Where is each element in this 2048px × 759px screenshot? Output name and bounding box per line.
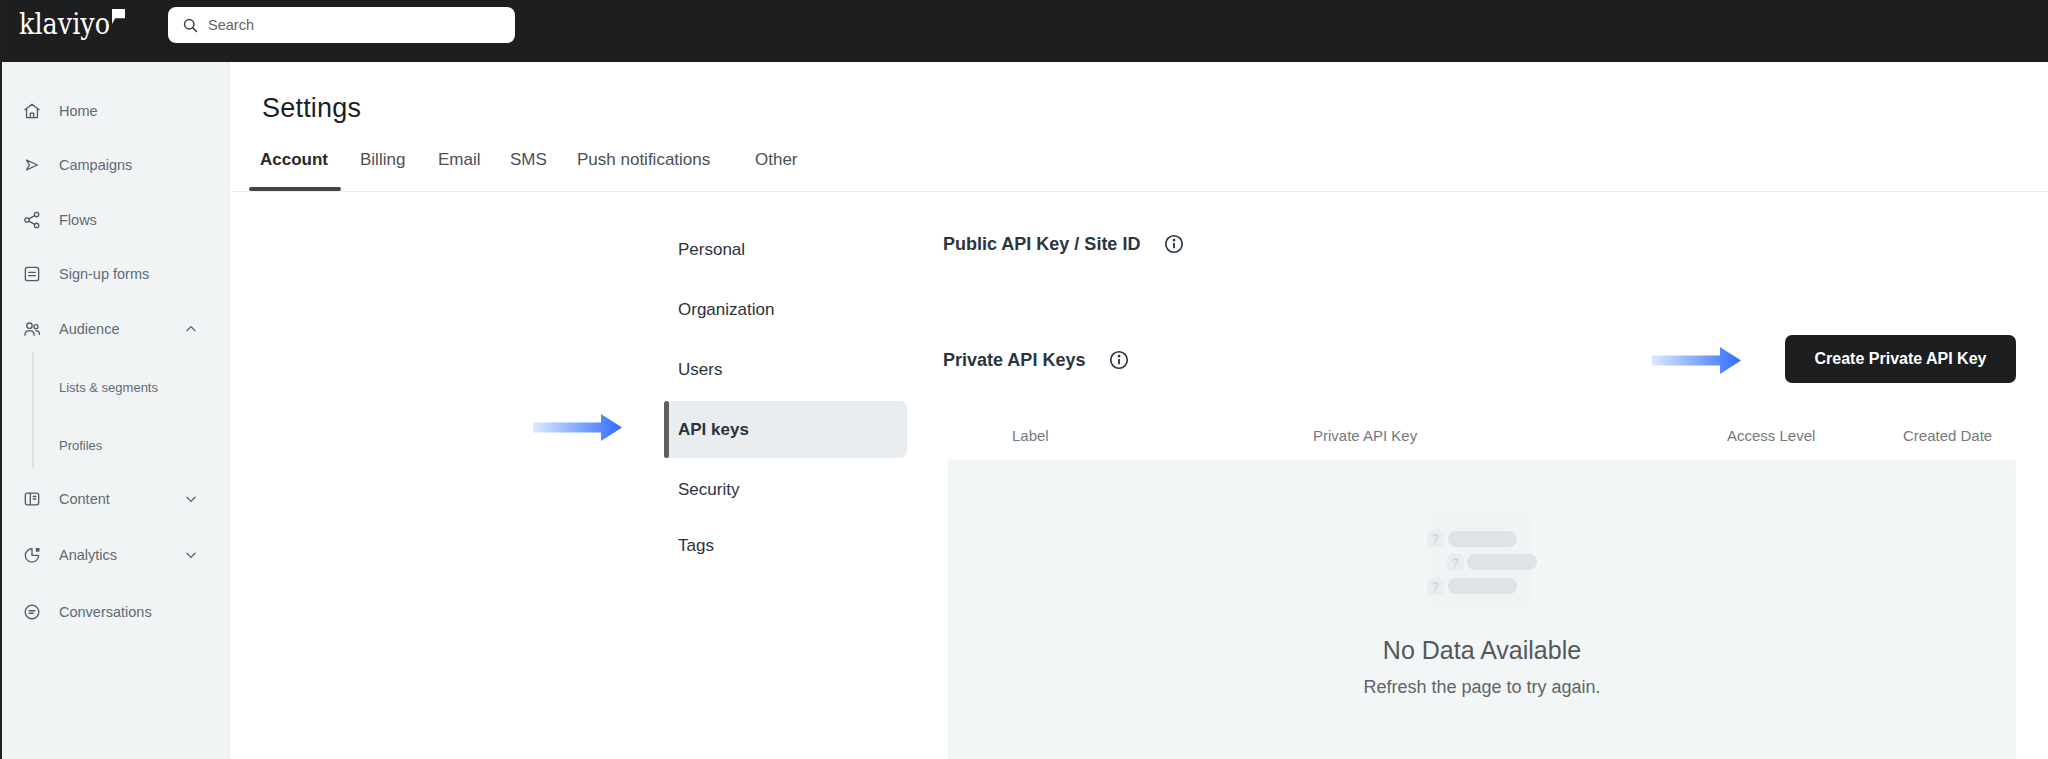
chevron-up-icon bbox=[184, 322, 198, 336]
table-header-label: Label bbox=[1012, 427, 1049, 444]
settings-nav-personal[interactable]: Personal bbox=[678, 220, 745, 280]
sidebar-item-analytics[interactable]: Analytics bbox=[0, 529, 230, 581]
create-private-api-key-button[interactable]: Create Private API Key bbox=[1785, 335, 2016, 383]
tab-email[interactable]: Email bbox=[438, 150, 481, 170]
active-tab-underline bbox=[249, 187, 341, 191]
flows-icon bbox=[22, 210, 42, 230]
search-placeholder: Search bbox=[208, 17, 254, 33]
annotation-arrow-create-button bbox=[1652, 346, 1741, 375]
tab-push-notifications[interactable]: Push notifications bbox=[577, 150, 710, 170]
form-icon bbox=[22, 264, 42, 284]
settings-nav-users[interactable]: Users bbox=[678, 340, 722, 400]
sidebar-item-audience[interactable]: Audience bbox=[0, 303, 230, 355]
settings-nav-api-keys[interactable]: API keys bbox=[678, 400, 749, 460]
tab-account[interactable]: Account bbox=[260, 150, 328, 170]
settings-nav-tags[interactable]: Tags bbox=[678, 516, 714, 576]
info-icon[interactable] bbox=[1163, 233, 1185, 255]
settings-nav-security[interactable]: Security bbox=[678, 460, 739, 520]
skeleton-row1-square: ? bbox=[1427, 530, 1444, 547]
sidebar-item-profiles[interactable]: Profiles bbox=[0, 419, 230, 471]
annotation-arrow-api-keys bbox=[533, 413, 622, 442]
skeleton-row2-bar bbox=[1467, 554, 1537, 570]
skeleton-row2-square: ? bbox=[1447, 554, 1464, 571]
chevron-down-icon bbox=[184, 492, 198, 506]
settings-nav-organization[interactable]: Organization bbox=[678, 280, 774, 340]
public-api-key-section-title: Public API Key / Site ID bbox=[943, 232, 1185, 256]
top-bar: klaviyo Search bbox=[0, 0, 2048, 62]
tabs-divider bbox=[231, 191, 2048, 192]
klaviyo-logo[interactable]: klaviyo bbox=[19, 6, 110, 41]
skeleton-row1-bar bbox=[1448, 531, 1517, 547]
chat-icon bbox=[22, 602, 42, 622]
skeleton-row3-square: ? bbox=[1427, 578, 1444, 595]
no-data-panel: ? ? ? bbox=[948, 460, 2016, 759]
info-icon[interactable] bbox=[1108, 349, 1130, 371]
pie-chart-icon bbox=[22, 545, 42, 565]
no-data-title: No Data Available bbox=[948, 636, 2016, 665]
sidebar-item-home[interactable]: Home bbox=[0, 85, 230, 137]
sidebar-item-flows[interactable]: Flows bbox=[0, 194, 230, 246]
people-icon bbox=[22, 319, 42, 339]
tab-other[interactable]: Other bbox=[755, 150, 798, 170]
sidebar: Home Campaigns Flows Sign-up forms Audie… bbox=[0, 62, 230, 759]
tab-sms[interactable]: SMS bbox=[510, 150, 547, 170]
search-icon bbox=[182, 17, 199, 34]
sidebar-item-content[interactable]: Content bbox=[0, 473, 230, 525]
search-input[interactable]: Search bbox=[168, 7, 515, 43]
settings-nav-highlight-bar bbox=[664, 401, 669, 458]
sidebar-item-signup-forms[interactable]: Sign-up forms bbox=[0, 248, 230, 300]
sidebar-item-conversations[interactable]: Conversations bbox=[0, 586, 230, 638]
klaviyo-flag-icon bbox=[112, 9, 125, 24]
chevron-down-icon bbox=[184, 548, 198, 562]
content-icon bbox=[22, 489, 42, 509]
table-header-created-date: Created Date bbox=[1903, 427, 1992, 444]
table-header-access-level: Access Level bbox=[1727, 427, 1815, 444]
sidebar-item-lists-segments[interactable]: Lists & segments bbox=[0, 361, 230, 413]
skeleton-row3-bar bbox=[1448, 578, 1517, 594]
table-header-private-api-key: Private API Key bbox=[1313, 427, 1417, 444]
home-icon bbox=[22, 101, 42, 121]
page-title: Settings bbox=[262, 93, 361, 124]
sidebar-item-campaigns[interactable]: Campaigns bbox=[0, 139, 230, 191]
send-icon bbox=[22, 155, 42, 175]
tab-billing[interactable]: Billing bbox=[360, 150, 405, 170]
window-edge bbox=[0, 0, 2, 759]
no-data-subtitle: Refresh the page to try again. bbox=[948, 677, 2016, 698]
private-api-keys-section-title: Private API Keys bbox=[943, 348, 1130, 372]
